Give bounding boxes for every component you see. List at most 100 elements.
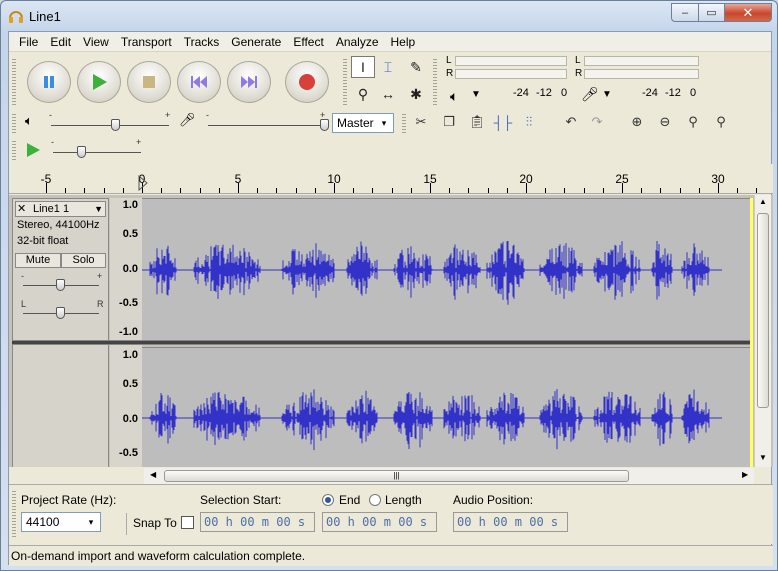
- audio-position-time[interactable]: 00 h 00 m 00 s: [453, 512, 568, 532]
- menu-help[interactable]: Help: [385, 32, 422, 51]
- input-volume-thumb[interactable]: [320, 119, 329, 131]
- output-min-label: -: [49, 110, 52, 120]
- channel-separator[interactable]: [12, 340, 751, 345]
- undo-button[interactable]: ↶: [559, 111, 583, 133]
- selection-grip[interactable]: [12, 489, 16, 539]
- rec-meter-l-bar[interactable]: [584, 56, 699, 66]
- stop-icon: [143, 76, 155, 88]
- selection-end-time[interactable]: 00 h 00 m 00 s: [322, 512, 437, 532]
- vertical-scrollbar[interactable]: ▲ ▼: [754, 195, 771, 467]
- rec-meter-menu-icon[interactable]: ▼: [602, 89, 612, 100]
- waveform-left-channel[interactable]: [142, 198, 751, 340]
- play-meter-l-bar[interactable]: [455, 56, 567, 66]
- transport-grip[interactable]: [12, 57, 16, 105]
- zoom-in-button[interactable]: ⊕: [625, 111, 649, 133]
- envelope-tool[interactable]: ⌶: [376, 56, 400, 78]
- redo-button[interactable]: ↷: [585, 111, 609, 133]
- record-button[interactable]: [285, 61, 329, 103]
- play-button[interactable]: [77, 61, 121, 103]
- horizontal-scroll-thumb[interactable]: |||: [164, 470, 629, 482]
- silence-button[interactable]: ⫶⫶: [517, 111, 541, 133]
- ruler-tick: [468, 188, 470, 193]
- rec-meter-r-bar[interactable]: [584, 69, 699, 79]
- pan-right-label: R: [97, 299, 104, 309]
- tools-grip[interactable]: [343, 57, 347, 105]
- timeshift-tool[interactable]: ↔: [376, 83, 400, 105]
- output-volume-track[interactable]: [51, 125, 169, 126]
- menu-generate[interactable]: Generate: [225, 32, 287, 51]
- track-area[interactable]: ✕ Line1 1 ▼ Stereo, 44100Hz 32-bit float…: [9, 195, 773, 467]
- end-radio[interactable]: [322, 494, 334, 506]
- multi-tool[interactable]: ✱: [404, 83, 428, 105]
- solo-button[interactable]: Solo: [61, 253, 106, 268]
- play-at-speed-grip[interactable]: [12, 139, 16, 161]
- speed-thumb[interactable]: [77, 146, 86, 158]
- skip-start-button[interactable]: [177, 61, 221, 103]
- gain-slider[interactable]: [56, 279, 65, 291]
- zoom-tool[interactable]: ⚲: [351, 83, 375, 105]
- selection-tool[interactable]: I: [351, 56, 375, 78]
- length-radio[interactable]: [369, 494, 381, 506]
- menu-tracks[interactable]: Tracks: [178, 32, 226, 51]
- input-mic-icon: 🎤︎: [179, 112, 196, 127]
- ruler-tick: [641, 188, 643, 193]
- menu-view[interactable]: View: [77, 32, 115, 51]
- end-label: End: [339, 493, 361, 507]
- copy-button[interactable]: ❐: [437, 111, 461, 133]
- speed-track[interactable]: [53, 152, 141, 153]
- pause-button[interactable]: [27, 61, 71, 103]
- paste-button[interactable]: 📋︎: [465, 111, 489, 133]
- project-rate-select[interactable]: 44100 ▾: [21, 512, 101, 532]
- menu-effect[interactable]: Effect: [287, 32, 329, 51]
- play-meter-r-bar[interactable]: [455, 69, 567, 79]
- vertical-scroll-thumb[interactable]: [757, 213, 769, 408]
- scroll-down-icon[interactable]: ▼: [759, 453, 767, 462]
- input-volume-track[interactable]: [208, 125, 326, 126]
- waveform-right-channel[interactable]: [142, 347, 751, 467]
- mute-button[interactable]: Mute: [15, 253, 61, 268]
- horizontal-scrollbar[interactable]: ◀ ||| ▶: [144, 468, 754, 484]
- skip-end-button[interactable]: [227, 61, 271, 103]
- fit-selection-button[interactable]: ⚲: [681, 111, 705, 133]
- track-menu-icon[interactable]: ▼: [94, 204, 103, 214]
- fit-selection-icon: ⚲: [688, 114, 698, 129]
- track-selected-border: [750, 198, 753, 467]
- selection-start-time[interactable]: 00 h 00 m 00 s: [200, 512, 315, 532]
- menu-analyze[interactable]: Analyze: [330, 32, 385, 51]
- play-meter-menu-icon[interactable]: ▼: [471, 89, 481, 100]
- menu-transport[interactable]: Transport: [115, 32, 178, 51]
- input-source-select[interactable]: Master ▾: [332, 113, 394, 133]
- trim-button[interactable]: ┤├: [491, 111, 515, 133]
- stop-button[interactable]: [127, 61, 171, 103]
- meter-grip[interactable]: [433, 57, 437, 105]
- speed-min-label: -: [51, 137, 54, 147]
- output-volume-thumb[interactable]: [111, 119, 120, 131]
- fit-project-icon: ⚲: [716, 114, 726, 129]
- cut-button[interactable]: ✂: [409, 111, 433, 133]
- scroll-up-icon[interactable]: ▲: [759, 197, 767, 206]
- edit-grip[interactable]: [402, 112, 406, 134]
- close-button[interactable]: ✕: [724, 3, 772, 22]
- draw-tool[interactable]: ✎: [404, 56, 428, 78]
- maximize-button[interactable]: ▭: [698, 3, 725, 22]
- mixer-grip[interactable]: [12, 112, 16, 134]
- fit-project-button[interactable]: ⚲: [709, 111, 733, 133]
- play-at-speed-button[interactable]: [21, 139, 45, 161]
- scroll-left-icon[interactable]: ◀: [150, 470, 156, 479]
- timeline-ruler[interactable]: -5 0 5 10 15 20 25 30: [9, 164, 773, 194]
- track-name[interactable]: Line1 1: [33, 203, 69, 215]
- track-close-icon[interactable]: ✕: [17, 202, 26, 215]
- track-title-bar[interactable]: ✕ Line1 1 ▼: [15, 201, 106, 217]
- pan-slider[interactable]: [56, 307, 65, 319]
- zoom-out-button[interactable]: ⊖: [653, 111, 677, 133]
- track-control-panel[interactable]: ✕ Line1 1 ▼ Stereo, 44100Hz 32-bit float…: [12, 198, 109, 467]
- minimize-button[interactable]: –: [671, 3, 699, 22]
- menu-edit[interactable]: Edit: [44, 32, 77, 51]
- menu-bar: File Edit View Transport Tracks Generate…: [9, 32, 771, 52]
- title-bar[interactable]: Line1 – ▭ ✕: [1, 1, 777, 31]
- snap-to-checkbox[interactable]: [181, 516, 194, 529]
- menu-file[interactable]: File: [13, 32, 44, 51]
- ruler-tick: [622, 183, 623, 193]
- scroll-right-icon[interactable]: ▶: [742, 470, 748, 479]
- play-head-icon: [138, 174, 148, 192]
